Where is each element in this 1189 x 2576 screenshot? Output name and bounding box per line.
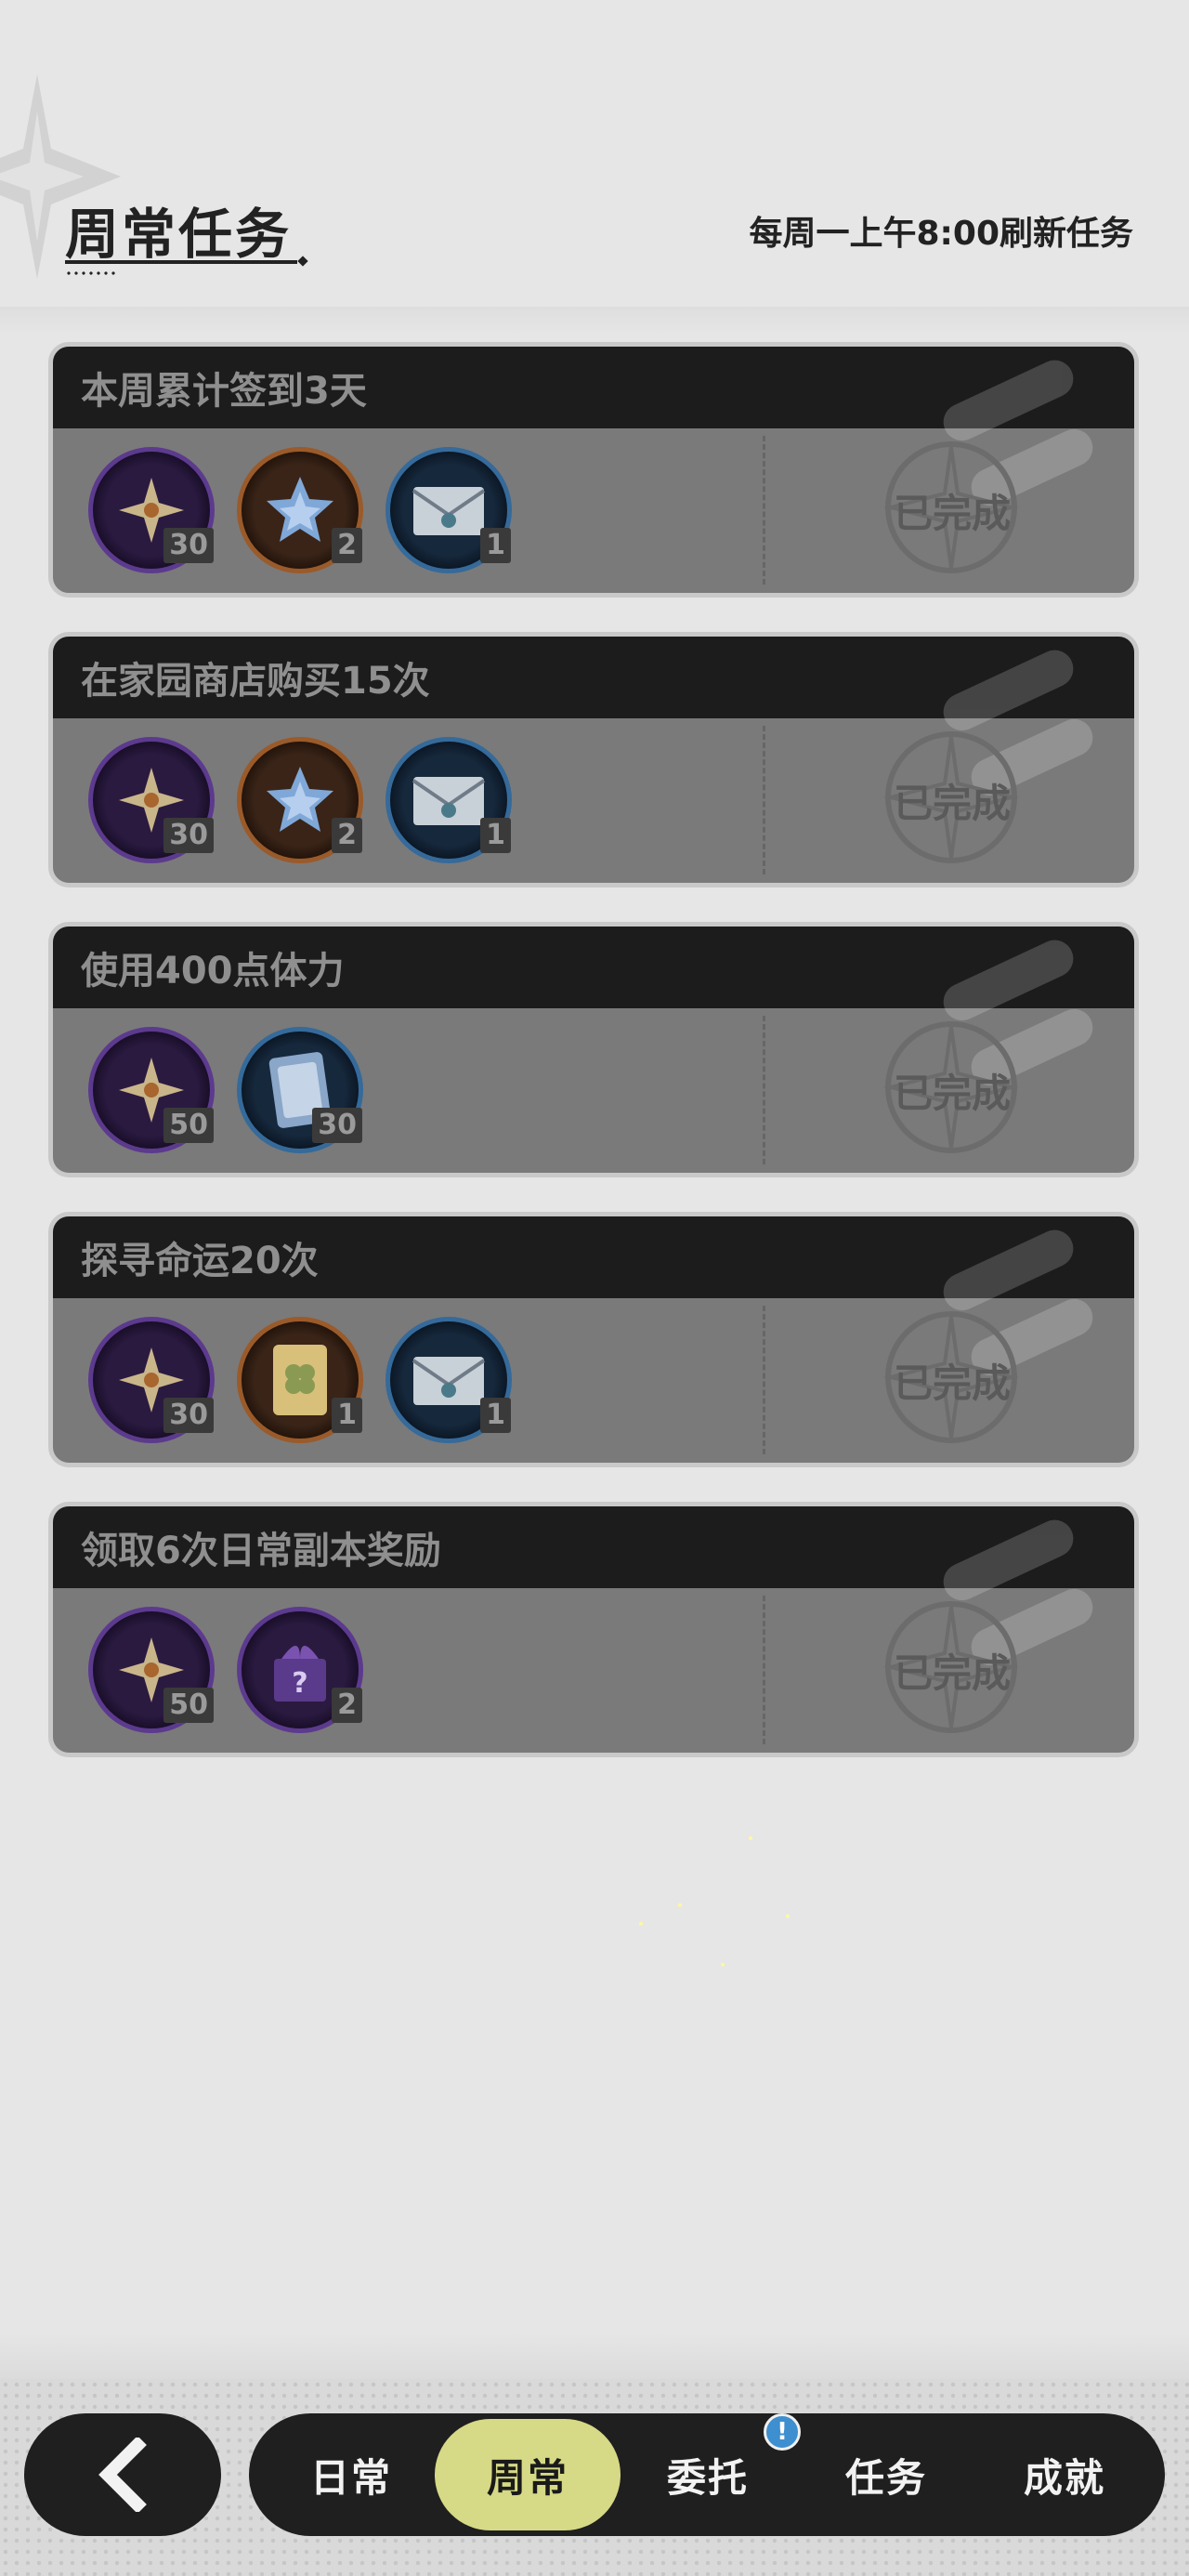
letter-icon [412, 487, 486, 535]
reward-item[interactable]: 50 [88, 1027, 215, 1153]
reward-item[interactable]: 30 [88, 1317, 215, 1443]
quest-header: 探寻命运20次 [53, 1216, 1134, 1376]
quest-title: 领取6次日常副本奖励 [81, 1530, 441, 1572]
quest-body: 50 30 已完成 [53, 1008, 1134, 1173]
refresh-note: 每周一上午8:00刷新任务 [749, 215, 1133, 253]
back-button[interactable] [24, 2413, 221, 2536]
notification-badge: ! [764, 2413, 801, 2451]
quest-card[interactable]: 使用400点体力 50 30 已完成 [48, 922, 1139, 1177]
sparkle [721, 1963, 725, 1966]
quest-card[interactable]: 领取6次日常副本奖励 50 ? 2 已完成 [48, 1502, 1139, 1757]
divider [763, 1016, 765, 1164]
reward-item[interactable]: 1 [385, 737, 512, 863]
reward-count: 1 [480, 528, 511, 563]
quest-card[interactable]: 在家园商店购买15次 30 2 1 已完成 [48, 632, 1139, 887]
status-completed: 已完成 [894, 1071, 1012, 1116]
reward-count: 50 [163, 1108, 214, 1143]
tab-daily[interactable]: 日常 [258, 2413, 444, 2536]
quest-body: 30 2 1 已完成 [53, 718, 1134, 883]
divider [763, 1596, 765, 1744]
status-completed: 已完成 [894, 1360, 1012, 1406]
status-completed: 已完成 [894, 781, 1012, 826]
quest-list: 本周累计签到3天 30 2 1 已完成 在家园商店购买15次 30 2 1 已完… [48, 342, 1139, 1792]
tab-weekly[interactable]: 周常 [435, 2419, 621, 2530]
reward-count: 2 [332, 528, 362, 563]
reward-item[interactable]: 2 [237, 447, 363, 573]
reward-list: 30 2 1 [88, 447, 512, 573]
chevron-left-icon [98, 2438, 147, 2512]
sparkle [678, 1903, 682, 1907]
reward-count: 30 [163, 528, 214, 563]
status-completed: 已完成 [894, 491, 1012, 536]
clover-card-icon [273, 1345, 327, 1415]
reward-count: 50 [163, 1688, 214, 1723]
reward-list: 30 2 1 [88, 737, 512, 863]
quest-header: 本周累计签到3天 [53, 347, 1134, 506]
quest-body: 30 1 1 已完成 [53, 1298, 1134, 1463]
reward-count: 1 [332, 1398, 362, 1433]
divider [763, 436, 765, 585]
quest-card[interactable]: 本周累计签到3天 30 2 1 已完成 [48, 342, 1139, 598]
quest-card[interactable]: 探寻命运20次 30 1 1 已完成 [48, 1212, 1139, 1467]
quest-title: 在家园商店购买15次 [81, 660, 430, 703]
reward-item[interactable]: 1 [237, 1317, 363, 1443]
letter-icon [412, 777, 486, 825]
title-dots [65, 271, 117, 275]
reward-count: 2 [332, 818, 362, 853]
sparkle [639, 1922, 643, 1925]
reward-item[interactable]: 30 [88, 737, 215, 863]
reward-item[interactable]: 30 [88, 447, 215, 573]
reward-count: 1 [480, 1398, 511, 1433]
quest-header: 领取6次日常副本奖励 [53, 1506, 1134, 1666]
sparkle [749, 1836, 752, 1840]
mystery-box-icon: ? [274, 1646, 326, 1702]
title-underline [65, 260, 297, 264]
reward-list: 50 30 [88, 1027, 363, 1153]
reward-count: 1 [480, 818, 511, 853]
reward-item[interactable]: 30 [237, 1027, 363, 1153]
reward-item[interactable]: ? 2 [237, 1607, 363, 1733]
reward-item[interactable]: 1 [385, 1317, 512, 1443]
quest-title: 使用400点体力 [81, 950, 345, 992]
quest-body: 30 2 1 已完成 [53, 428, 1134, 593]
reward-count: 30 [163, 818, 214, 853]
letter-icon [412, 1357, 486, 1405]
reward-item[interactable]: 2 [237, 737, 363, 863]
tab-tasks[interactable]: 任务 [793, 2413, 979, 2536]
sparkle [786, 1914, 790, 1918]
reward-list: 30 1 1 [88, 1317, 512, 1443]
reward-count: 2 [332, 1688, 362, 1723]
reward-list: 50 ? 2 [88, 1607, 363, 1733]
divider [763, 1306, 765, 1454]
crystal-icon [267, 477, 333, 542]
header-divider [0, 307, 1189, 335]
reward-count: 30 [163, 1398, 214, 1433]
reward-count: 30 [312, 1108, 362, 1143]
crystal-icon [267, 767, 333, 832]
quest-body: 50 ? 2 已完成 [53, 1588, 1134, 1753]
status-completed: 已完成 [894, 1650, 1012, 1696]
quest-header: 在家园商店购买15次 [53, 637, 1134, 796]
page-title: 周常任务 [65, 203, 293, 266]
reward-item[interactable]: 50 [88, 1607, 215, 1733]
quest-header: 使用400点体力 [53, 927, 1134, 1086]
tab-achievements[interactable]: 成就 [972, 2413, 1157, 2536]
reward-item[interactable]: 1 [385, 447, 512, 573]
quest-title: 探寻命运20次 [81, 1240, 319, 1282]
tab-bar: 日常 周常 委托 任务 成就 [249, 2413, 1165, 2536]
quest-title: 本周累计签到3天 [81, 370, 367, 413]
svg-text:?: ? [292, 1667, 307, 1700]
divider [763, 726, 765, 874]
